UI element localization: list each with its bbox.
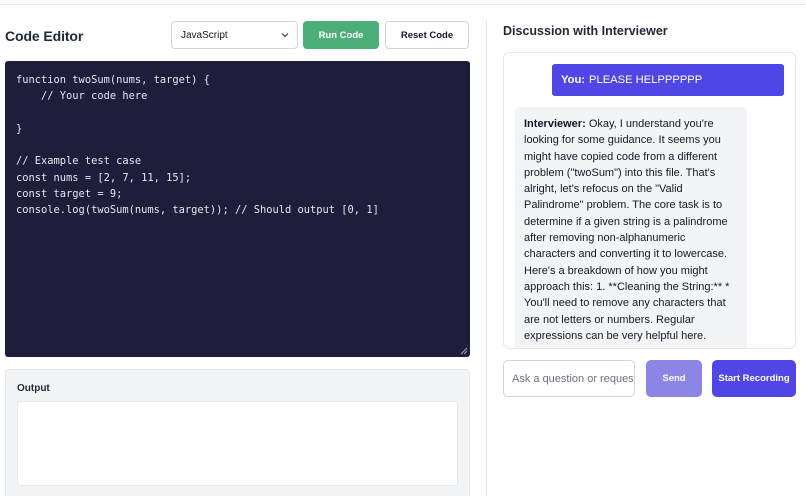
message-sender: Interviewer: [524, 118, 586, 130]
output-label: Output [17, 383, 50, 394]
output-box [17, 401, 458, 486]
reset-code-button[interactable]: Reset Code [385, 21, 469, 49]
code-textarea[interactable]: function twoSum(nums, target) { // Your … [5, 61, 470, 357]
send-button[interactable]: Send [646, 360, 702, 397]
code-line: // Your code here [16, 90, 148, 103]
message-text: Okay, I understand you're looking for so… [524, 118, 730, 342]
code-line: const nums = [2, 7, 11, 15]; [16, 171, 192, 184]
language-select-value: JavaScript [181, 29, 228, 41]
code-line: const target = 9; [16, 188, 123, 201]
discussion-title: Discussion with Interviewer [503, 24, 668, 38]
code-line: // Example test case [16, 155, 142, 168]
discussion-section: Discussion with Interviewer You: PLEASE … [487, 0, 806, 496]
question-input[interactable] [503, 360, 635, 397]
code-editor-section: Code Editor JavaScript Run Code Reset Co… [0, 0, 486, 496]
code-line: } [16, 122, 23, 135]
resize-handle-icon[interactable] [460, 347, 468, 355]
output-panel: Output [5, 369, 470, 496]
editor-title: Code Editor [5, 28, 84, 44]
language-select[interactable]: JavaScript [171, 21, 298, 49]
start-recording-button[interactable]: Start Recording [712, 360, 796, 397]
message-text: PLEASE HELPPPPPP [589, 74, 703, 86]
interviewer-message: Interviewer: Okay, I understand you're l… [515, 107, 747, 348]
code-line: console.log(twoSum(nums, target)); // Sh… [16, 204, 379, 217]
code-line: function twoSum(nums, target) { [16, 74, 210, 86]
chat-panel[interactable]: You: PLEASE HELPPPPPP Interviewer: Okay,… [503, 52, 796, 349]
chevron-down-icon [281, 33, 289, 38]
message-sender: You: [561, 74, 586, 86]
user-message: You: PLEASE HELPPPPPP [552, 64, 784, 96]
run-code-button[interactable]: Run Code [303, 21, 379, 49]
